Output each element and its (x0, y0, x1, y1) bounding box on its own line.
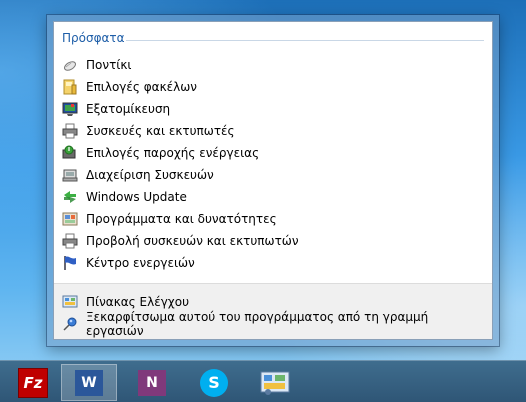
recent-item-mouse[interactable]: Ποντίκι (62, 54, 482, 76)
recent-item-programs-features[interactable]: Προγράμματα και δυνατότητες (62, 208, 482, 230)
mouse-icon (62, 57, 78, 73)
recent-item-label: Επιλογές φακέλων (86, 80, 197, 94)
recent-item-label: Επιλογές παροχής ενέργειας (86, 146, 260, 160)
taskbar: Fz W N S (0, 360, 526, 402)
recent-item-label: Συσκευές και εκτυπωτές (86, 124, 235, 138)
recent-item-label: Windows Update (86, 190, 187, 204)
programs-icon (62, 211, 78, 227)
printer-icon (62, 123, 78, 139)
control-panel-icon (62, 294, 78, 310)
recent-item-label: Διαχείριση Συσκευών (86, 168, 214, 182)
folder-options-icon (62, 79, 78, 95)
recent-item-label: Ποντίκι (86, 58, 132, 72)
recent-item-label: Προβολή συσκευών και εκτυπωτών (86, 234, 299, 248)
recent-item-view-devices-printers[interactable]: Προβολή συσκευών και εκτυπωτών (62, 230, 482, 252)
header-divider (126, 40, 484, 41)
recent-header-label: Πρόσφατα (62, 31, 125, 45)
jump-list: Πρόσφατα Ποντίκι Επιλογές φακέλων Εξατομ… (47, 15, 499, 346)
taskbar-filezilla-button[interactable]: Fz (5, 364, 61, 401)
task-label: Ξεκαρφίτσωμα αυτού του προγράμματος από … (86, 310, 429, 338)
filezilla-icon: Fz (18, 367, 48, 398)
windows-update-icon (62, 189, 78, 205)
onenote-icon: N (138, 369, 166, 396)
device-manager-icon (62, 167, 78, 183)
recent-item-devices-printers[interactable]: Συσκευές και εκτυπωτές (62, 120, 482, 142)
task-label: Πίνακας Ελέγχου (86, 295, 190, 309)
skype-icon: S (200, 368, 228, 397)
word-icon: W (75, 369, 103, 396)
unpin-icon (62, 316, 78, 332)
taskbar-word-button[interactable]: W (61, 364, 117, 401)
recent-item-label: Προγράμματα και δυνατότητες (86, 212, 277, 226)
jump-list-panel: Πρόσφατα Ποντίκι Επιλογές φακέλων Εξατομ… (53, 21, 493, 340)
task-unpin-program[interactable]: Ξεκαρφίτσωμα αυτού του προγράμματος από … (62, 310, 482, 338)
control-panel-icon (260, 370, 290, 396)
action-center-flag-icon (62, 255, 78, 271)
recent-item-label: Εξατομίκευση (86, 102, 171, 116)
recent-section-header: Πρόσφατα (62, 31, 484, 47)
recent-item-personalization[interactable]: Εξατομίκευση (62, 98, 482, 120)
recent-item-device-manager[interactable]: Διαχείριση Συσκευών (62, 164, 482, 186)
printer-icon (62, 233, 78, 249)
recent-item-windows-update[interactable]: Windows Update (62, 186, 482, 208)
recent-item-folder-options[interactable]: Επιλογές φακέλων (62, 76, 482, 98)
tasks-section: Πίνακας Ελέγχου Ξεκαρφίτσωμα αυτού του π… (54, 283, 492, 339)
power-options-icon (62, 145, 78, 161)
recent-item-label: Κέντρο ενεργειών (86, 256, 195, 270)
taskbar-onenote-button[interactable]: N (124, 364, 180, 401)
recent-item-power-options[interactable]: Επιλογές παροχής ενέργειας (62, 142, 482, 164)
recent-item-action-center[interactable]: Κέντρο ενεργειών (62, 252, 482, 274)
personalization-icon (62, 101, 78, 117)
taskbar-control-panel-button[interactable] (247, 364, 303, 401)
taskbar-skype-button[interactable]: S (186, 364, 242, 401)
